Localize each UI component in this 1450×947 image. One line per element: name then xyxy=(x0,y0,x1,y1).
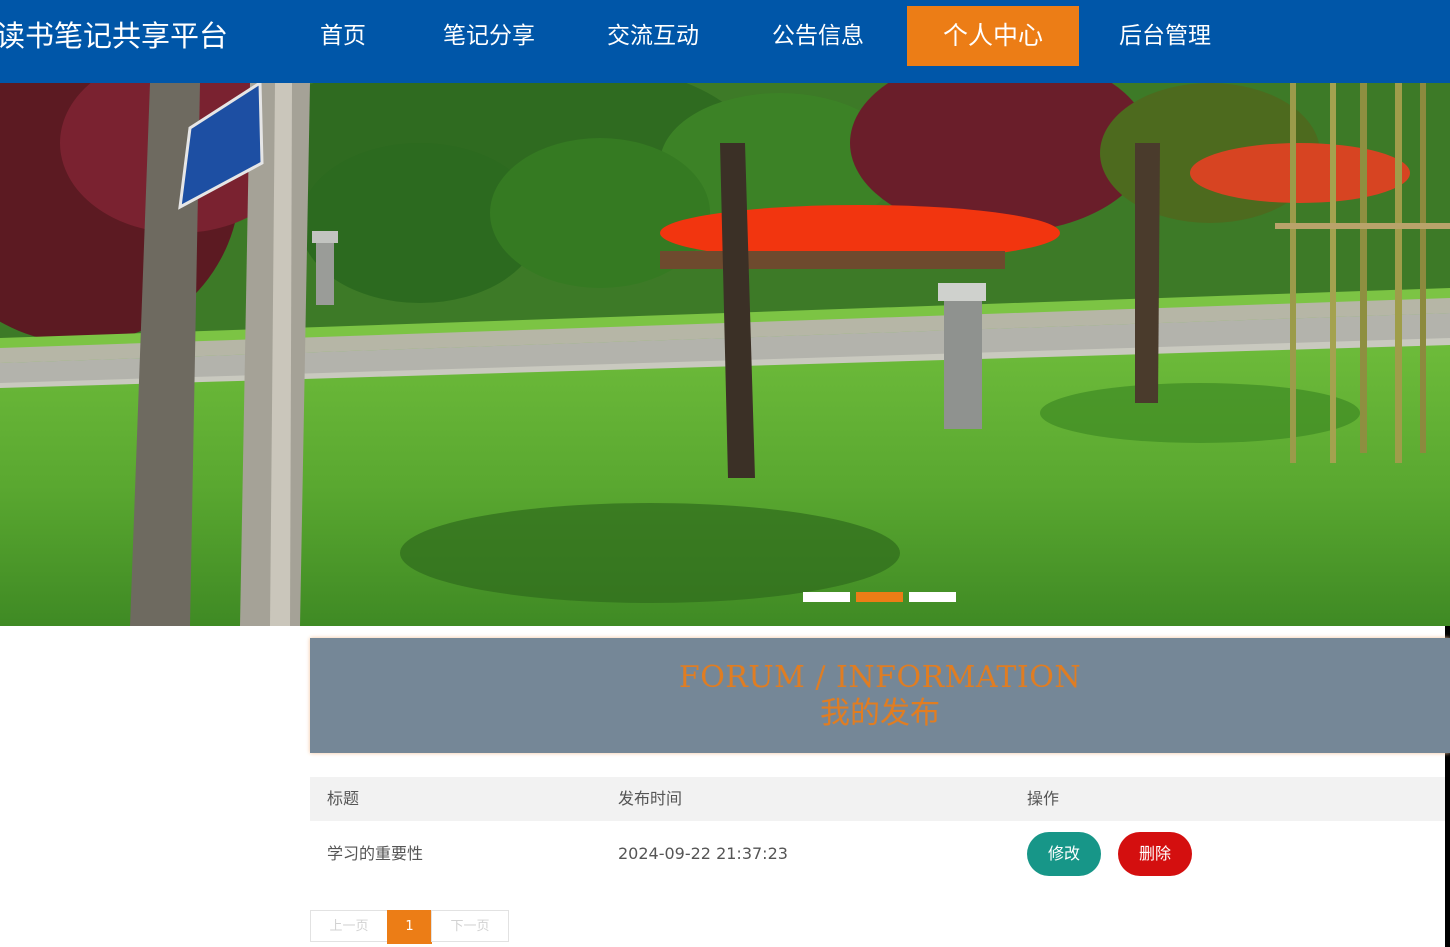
carousel-banner[interactable] xyxy=(0,83,1450,626)
nav-item-label: 后台管理 xyxy=(1119,23,1211,49)
row-title[interactable]: 学习的重要性 xyxy=(327,821,423,887)
table-row: 学习的重要性 2024-09-22 21:37:23 修改 删除 xyxy=(310,821,1445,887)
column-header-time: 发布时间 xyxy=(618,789,683,808)
column-header-actions: 操作 xyxy=(1027,789,1060,808)
section-header: FORUM / INFORMATION 我的发布 xyxy=(310,638,1450,753)
row-publish-time: 2024-09-22 21:37:23 xyxy=(618,844,788,863)
nav-item-label: 笔记分享 xyxy=(443,23,535,49)
nav-item-label: 个人中心 xyxy=(942,21,1043,50)
carousel-dot-1[interactable] xyxy=(803,592,850,602)
nav-item-personal-center[interactable]: 个人中心 xyxy=(907,6,1079,66)
nav-item-label: 公告信息 xyxy=(772,23,864,49)
nav-item-admin[interactable]: 后台管理 xyxy=(1106,6,1224,66)
carousel-dot-2[interactable] xyxy=(856,592,903,602)
carousel-dot-3[interactable] xyxy=(909,592,956,602)
nav-item-notes-share[interactable]: 笔记分享 xyxy=(430,6,548,66)
next-page-button[interactable]: 下一页 xyxy=(431,910,509,942)
current-page-button[interactable]: 1 xyxy=(387,910,432,944)
nav-item-announcements[interactable]: 公告信息 xyxy=(759,6,877,66)
site-brand[interactable]: 读书笔记共享平台 xyxy=(0,16,228,56)
nav-item-label: 交流互动 xyxy=(607,23,699,49)
nav-item-label: 首页 xyxy=(320,23,366,49)
delete-button[interactable]: 删除 xyxy=(1118,832,1192,876)
section-title-cn: 我的发布 xyxy=(820,696,940,731)
top-navbar: 读书笔记共享平台 首页 笔记分享 交流互动 公告信息 个人中心 后台管理 xyxy=(0,0,1450,83)
prev-page-button[interactable]: 上一页 xyxy=(310,910,388,942)
edit-button[interactable]: 修改 xyxy=(1027,832,1101,876)
table-header: 标题 发布时间 操作 xyxy=(310,777,1445,821)
park-landscape-image xyxy=(0,83,1450,626)
nav-item-interaction[interactable]: 交流互动 xyxy=(594,6,712,66)
section-title-en: FORUM / INFORMATION xyxy=(678,660,1082,695)
column-header-title: 标题 xyxy=(327,789,360,808)
nav-item-home[interactable]: 首页 xyxy=(299,6,387,66)
